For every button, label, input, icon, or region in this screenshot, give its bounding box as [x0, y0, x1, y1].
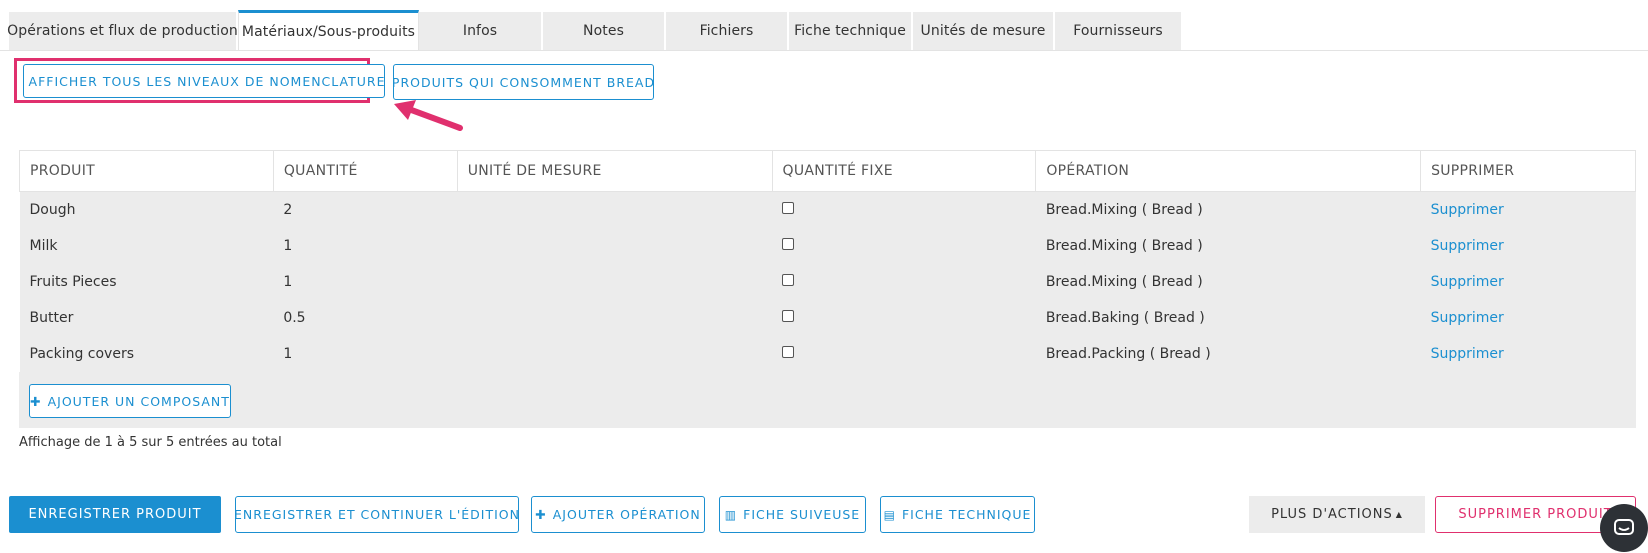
- save-product-label: ENREGISTRER PRODUIT: [28, 507, 202, 522]
- product-cell[interactable]: Milk: [19, 228, 274, 264]
- fixed-quantity-checkbox[interactable]: [782, 310, 794, 322]
- header-fixed-quantity[interactable]: QUANTITÉ FIXE: [771, 150, 1037, 192]
- show-bom-levels-button[interactable]: AFFICHER TOUS LES NIVEAUX DE NOMENCLATUR…: [23, 64, 385, 98]
- table-row: Packing covers 1 Bread.Packing ( Bread )…: [19, 336, 1636, 372]
- unit-cell[interactable]: [457, 228, 772, 264]
- fixed-quantity-checkbox[interactable]: [782, 346, 794, 358]
- unit-cell[interactable]: [457, 336, 772, 372]
- delete-link[interactable]: Supprimer: [1420, 336, 1636, 372]
- operation-cell[interactable]: Bread.Mixing ( Bread ): [1035, 264, 1421, 300]
- plus-icon: ✚: [30, 393, 42, 409]
- show-bom-levels-label: AFFICHER TOUS LES NIVEAUX DE NOMENCLATUR…: [28, 73, 386, 89]
- table-row: Butter 0.5 Bread.Baking ( Bread ) Suppri…: [19, 300, 1636, 336]
- annotation-arrow-icon: [394, 100, 463, 131]
- operation-cell[interactable]: Bread.Packing ( Bread ): [1035, 336, 1421, 372]
- fixed-quantity-cell: [772, 300, 1036, 336]
- table-row: Milk 1 Bread.Mixing ( Bread ) Supprimer: [19, 228, 1636, 264]
- add-component-label: AJOUTER UN COMPOSANT: [47, 393, 230, 409]
- tab-units[interactable]: Unités de mesure: [913, 12, 1055, 50]
- fixed-quantity-checkbox[interactable]: [782, 238, 794, 250]
- tab-infos[interactable]: Infos: [419, 12, 543, 50]
- fixed-quantity-cell: [772, 191, 1036, 228]
- operation-cell[interactable]: Bread.Mixing ( Bread ): [1035, 191, 1421, 228]
- consuming-products-label: PRODUITS QUI CONSOMMENT BREAD: [391, 74, 656, 90]
- tab-datasheet[interactable]: Fiche technique: [789, 12, 913, 50]
- tab-operations[interactable]: Opérations et flux de production: [7, 12, 238, 50]
- quantity-cell[interactable]: 1: [273, 228, 458, 264]
- delete-link[interactable]: Supprimer: [1420, 300, 1636, 336]
- header-delete: SUPPRIMER: [1420, 150, 1636, 192]
- quantity-cell[interactable]: 0.5: [273, 300, 458, 336]
- quantity-cell[interactable]: 1: [273, 264, 458, 300]
- header-unit[interactable]: UNITÉ DE MESURE: [456, 150, 773, 192]
- header-quantity[interactable]: QUANTITÉ: [272, 150, 458, 192]
- delete-link[interactable]: Supprimer: [1420, 228, 1636, 264]
- tracking-sheet-button[interactable]: ▥ FICHE SUIVEUSE: [719, 496, 866, 533]
- tab-files[interactable]: Fichiers: [666, 12, 789, 50]
- datasheet-button[interactable]: ▤ FICHE TECHNIQUE: [880, 496, 1035, 533]
- pagination-info: Affichage de 1 à 5 sur 5 entrées au tota…: [19, 435, 282, 450]
- fixed-quantity-checkbox[interactable]: [782, 274, 794, 286]
- tab-notes[interactable]: Notes: [543, 12, 666, 50]
- barcode-icon: ▥: [724, 507, 738, 522]
- table-row: Fruits Pieces 1 Bread.Mixing ( Bread ) S…: [19, 264, 1636, 300]
- plus-icon: ✚: [535, 507, 547, 522]
- delete-link[interactable]: Supprimer: [1420, 191, 1636, 228]
- save-continue-label: ENREGISTRER ET CONTINUER L'ÉDITION: [234, 507, 520, 522]
- fixed-quantity-cell: [772, 264, 1036, 300]
- product-cell[interactable]: Dough: [19, 191, 274, 228]
- quantity-cell[interactable]: 1: [273, 336, 458, 372]
- table-row: Dough 2 Bread.Mixing ( Bread ) Supprimer: [19, 191, 1636, 228]
- table-header-row: PRODUIT QUANTITÉ UNITÉ DE MESURE QUANTIT…: [19, 150, 1636, 192]
- tabs-divider: [0, 50, 1648, 51]
- unit-cell[interactable]: [457, 300, 772, 336]
- header-product[interactable]: PRODUIT: [19, 150, 274, 192]
- file-icon: ▤: [883, 507, 896, 522]
- consuming-products-button[interactable]: PRODUITS QUI CONSOMMENT BREAD: [391, 64, 656, 100]
- save-product-button[interactable]: ENREGISTRER PRODUIT: [9, 496, 221, 533]
- datasheet-label: FICHE TECHNIQUE: [901, 507, 1032, 522]
- fixed-quantity-checkbox[interactable]: [782, 202, 794, 214]
- save-continue-button[interactable]: ENREGISTRER ET CONTINUER L'ÉDITION: [234, 496, 520, 533]
- add-component-button[interactable]: ✚ AJOUTER UN COMPOSANT: [29, 384, 231, 418]
- product-cell[interactable]: Packing covers: [19, 336, 274, 372]
- add-operation-button[interactable]: ✚ AJOUTER OPÉRATION: [531, 496, 705, 533]
- more-actions-button[interactable]: PLUS D'ACTIONS ▲: [1249, 496, 1425, 533]
- tab-bar: Opérations et flux de production Matéria…: [7, 10, 1183, 50]
- table-footer: ✚ AJOUTER UN COMPOSANT: [19, 372, 1636, 428]
- tracking-sheet-label: FICHE SUIVEUSE: [743, 507, 861, 522]
- tab-materials[interactable]: Matériaux/Sous-produits: [238, 10, 419, 50]
- materials-table: PRODUIT QUANTITÉ UNITÉ DE MESURE QUANTIT…: [19, 150, 1636, 428]
- product-cell[interactable]: Fruits Pieces: [19, 264, 274, 300]
- quantity-cell[interactable]: 2: [273, 191, 458, 228]
- chat-icon: [1614, 519, 1634, 535]
- operation-cell[interactable]: Bread.Mixing ( Bread ): [1035, 228, 1421, 264]
- delete-product-label: SUPPRIMER PRODUIT: [1458, 507, 1613, 522]
- add-operation-label: AJOUTER OPÉRATION: [552, 507, 701, 522]
- fixed-quantity-cell: [772, 336, 1036, 372]
- operation-cell[interactable]: Bread.Baking ( Bread ): [1035, 300, 1421, 336]
- tab-suppliers[interactable]: Fournisseurs: [1055, 12, 1183, 50]
- caret-up-icon: ▲: [1395, 510, 1403, 519]
- chat-widget-button[interactable]: [1600, 504, 1648, 552]
- unit-cell[interactable]: [457, 264, 772, 300]
- fixed-quantity-cell: [772, 228, 1036, 264]
- delete-link[interactable]: Supprimer: [1420, 264, 1636, 300]
- unit-cell[interactable]: [457, 191, 772, 228]
- more-actions-label: PLUS D'ACTIONS: [1271, 507, 1393, 522]
- header-operation[interactable]: OPÉRATION: [1035, 150, 1422, 192]
- product-cell[interactable]: Butter: [19, 300, 274, 336]
